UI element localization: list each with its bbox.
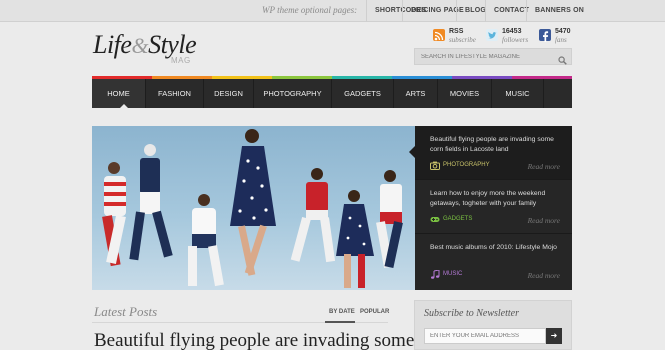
newsletter-widget: Subscribe to Newsletter ➜ — [414, 300, 572, 350]
active-tab-underline — [325, 321, 355, 323]
nav-design[interactable]: DESIGN — [204, 79, 254, 108]
rss-label: RSS — [449, 28, 464, 35]
selected-pointer — [409, 146, 415, 158]
tagline: WP theme optional pages: — [262, 5, 358, 15]
tab-popular[interactable]: POPULAR — [360, 309, 389, 315]
jumping-people-illustration — [102, 129, 403, 288]
twitter-icon — [486, 29, 498, 41]
nav-gadgets[interactable]: GADGETS — [332, 79, 394, 108]
active-nav-indicator — [119, 104, 129, 109]
read-more-link[interactable]: Read more — [528, 162, 560, 171]
featured-title[interactable]: Best music albums of 2010: Lifestyle Moj… — [430, 243, 565, 253]
search-box — [414, 48, 572, 65]
search-icon[interactable] — [558, 52, 567, 65]
rss-icon — [433, 29, 445, 41]
twitter-count: 16453 — [502, 28, 522, 35]
featured-posts-list: Beautiful flying people are invading som… — [409, 126, 572, 290]
site-logo[interactable]: Life&Style MAG — [93, 30, 213, 70]
nav-fashion[interactable]: FASHION — [146, 79, 204, 108]
featured-item[interactable]: Beautiful flying people are invading som… — [409, 126, 572, 180]
category-label: GADGETS — [443, 216, 473, 222]
figure — [102, 162, 126, 267]
featured-image[interactable] — [92, 126, 415, 290]
facebook-count: 5470 — [555, 28, 571, 35]
link-pricing-page[interactable]: PRICING PAGE — [402, 0, 464, 22]
category-label: PHOTOGRAPHY — [443, 162, 490, 168]
featured-item[interactable]: Best music albums of 2010: Lifestyle Moj… — [415, 234, 572, 288]
logo-sub: MAG — [171, 56, 191, 65]
facebook-icon — [539, 29, 551, 42]
read-more-link[interactable]: Read more — [528, 216, 560, 225]
email-field[interactable] — [424, 328, 546, 344]
featured-item[interactable]: Learn how to enjoy more the weekend geta… — [415, 180, 572, 234]
link-blog[interactable]: BLOG — [456, 0, 486, 22]
featured-title[interactable]: Beautiful flying people are invading som… — [430, 135, 565, 155]
category-label: MUSIC — [443, 271, 463, 277]
nav-movies[interactable]: MOVIES — [438, 79, 492, 108]
nav-photography[interactable]: PHOTOGRAPHY — [254, 79, 332, 108]
nav-arts[interactable]: ARTS — [394, 79, 438, 108]
music-note-icon — [430, 269, 440, 279]
read-more-link[interactable]: Read more — [528, 271, 560, 280]
newsletter-heading: Subscribe to Newsletter — [424, 308, 519, 319]
gamepad-icon — [430, 215, 440, 224]
nav-music[interactable]: MUSIC — [492, 79, 544, 108]
rss-sub: subscribe — [449, 36, 476, 44]
search-input[interactable] — [415, 49, 555, 64]
link-banners-on[interactable]: BANNERS ON — [526, 0, 584, 22]
main-nav: HOME FASHION DESIGN PHOTOGRAPHY GADGETS … — [92, 76, 572, 108]
camera-icon — [430, 161, 440, 170]
link-contact[interactable]: CONTACT — [485, 0, 529, 22]
top-utility-bar: WP theme optional pages: SHORTCODES PRIC… — [0, 0, 665, 22]
post-title[interactable]: Beautiful flying people are invading som… — [94, 330, 414, 350]
subscribe-button[interactable]: ➜ — [546, 328, 562, 344]
tab-by-date[interactable]: BY DATE — [329, 309, 355, 315]
section-heading: Latest Posts — [94, 304, 158, 319]
twitter-sub: followers — [502, 36, 529, 44]
facebook-sub: fans — [555, 36, 567, 44]
featured-title[interactable]: Learn how to enjoy more the weekend geta… — [430, 189, 565, 209]
